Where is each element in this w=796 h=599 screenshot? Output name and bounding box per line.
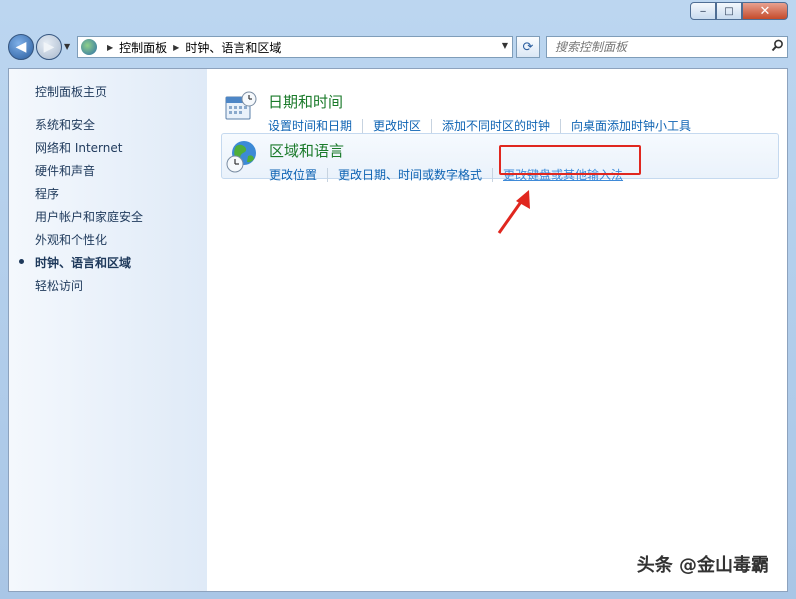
globe-clock-icon (226, 141, 256, 173)
link-change-formats[interactable]: 更改日期、时间或数字格式 (338, 166, 482, 183)
category-date-time: 日期和时间 设置时间和日期 更改时区 添加不同时区的时钟 向桌面添加时钟小工具 (221, 85, 779, 134)
title-bar: ‒ □ ✕ (0, 0, 796, 30)
annotation-arrow-icon (497, 190, 530, 234)
address-dropdown-icon[interactable]: ▼ (502, 41, 508, 50)
category-title-region-language[interactable]: 区域和语言 (269, 140, 344, 161)
sidebar-item-system-security[interactable]: 系统和安全 (35, 116, 95, 133)
calendar-clock-icon (225, 91, 257, 120)
sidebar-item-hardware-sound[interactable]: 硬件和声音 (35, 162, 95, 179)
link-divider (431, 118, 433, 133)
sidebar-item-programs[interactable]: 程序 (35, 185, 59, 202)
link-set-time-date[interactable]: 设置时间和日期 (268, 117, 352, 134)
annotation-highlight-box (499, 145, 641, 175)
navigation-bar: ◀ ▶ ▼ ▶ 控制面板 ▶ 时钟、语言和区域 ▼ ⟳ (0, 30, 796, 66)
sidebar-item-home[interactable]: 控制面板主页 (35, 83, 107, 100)
watermark-text: 头条 @金山毒霸 (636, 555, 769, 576)
sidebar-item-clock-language-region[interactable]: 时钟、语言和区域 (35, 254, 131, 271)
date-time-links: 设置时间和日期 更改时区 添加不同时区的时钟 向桌面添加时钟小工具 (268, 117, 691, 134)
link-add-clock-gadget[interactable]: 向桌面添加时钟小工具 (571, 117, 691, 134)
link-divider (492, 167, 494, 182)
chevron-right-icon[interactable]: ▶ (107, 43, 113, 52)
category-title-date-time[interactable]: 日期和时间 (268, 91, 343, 112)
caption-buttons: ‒ □ ✕ (690, 2, 788, 20)
sidebar-item-network-internet[interactable]: 网络和 Internet (35, 139, 122, 156)
control-panel-window: ‒ □ ✕ ◀ ▶ ▼ ▶ 控制面板 ▶ 时钟、语言和区域 ▼ ⟳ 控制面板主页… (0, 0, 796, 599)
sidebar-item-appearance[interactable]: 外观和个性化 (35, 231, 107, 248)
link-add-clocks[interactable]: 添加不同时区的时钟 (442, 117, 550, 134)
close-button[interactable]: ✕ (742, 2, 788, 20)
forward-button[interactable]: ▶ (36, 34, 62, 60)
breadcrumb-control-panel[interactable]: 控制面板 (119, 39, 167, 56)
current-item-bullet (19, 259, 24, 264)
link-change-time-zone[interactable]: 更改时区 (373, 117, 421, 134)
link-divider (362, 118, 364, 133)
content-area: 控制面板主页 系统和安全 网络和 Internet 硬件和声音 程序 用户帐户和… (8, 68, 788, 592)
link-divider (327, 167, 329, 182)
address-bar[interactable]: ▶ 控制面板 ▶ 时钟、语言和区域 ▼ (77, 36, 513, 58)
search-box[interactable] (546, 36, 788, 58)
minimize-button[interactable]: ‒ (690, 2, 716, 20)
back-button[interactable]: ◀ (8, 34, 34, 60)
sidebar-item-user-accounts[interactable]: 用户帐户和家庭安全 (35, 208, 143, 225)
control-panel-icon (81, 39, 97, 55)
sidebar-item-ease-of-access[interactable]: 轻松访问 (35, 277, 83, 294)
search-icon[interactable] (767, 39, 787, 55)
chevron-right-icon[interactable]: ▶ (173, 43, 179, 52)
recent-pages-dropdown-icon[interactable]: ▼ (64, 42, 70, 51)
sidebar: 控制面板主页 系统和安全 网络和 Internet 硬件和声音 程序 用户帐户和… (9, 69, 207, 591)
main-panel: 日期和时间 设置时间和日期 更改时区 添加不同时区的时钟 向桌面添加时钟小工具 (207, 69, 787, 591)
link-change-location[interactable]: 更改位置 (269, 166, 317, 183)
breadcrumb-clock-language-region[interactable]: 时钟、语言和区域 (185, 39, 281, 56)
refresh-button[interactable]: ⟳ (516, 36, 540, 58)
link-divider (560, 118, 562, 133)
maximize-button[interactable]: □ (716, 2, 742, 20)
search-input[interactable] (547, 39, 767, 55)
